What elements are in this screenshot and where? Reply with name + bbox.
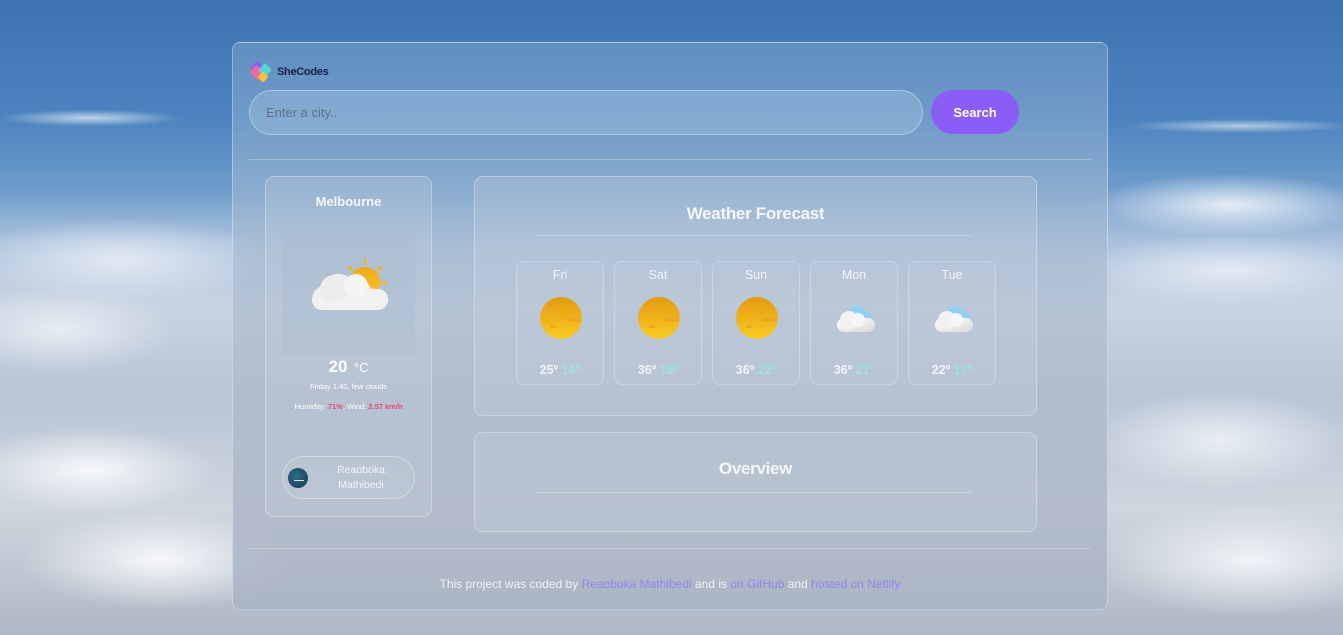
author-name: Reaoboka Mathibedi [308,463,414,493]
forecast-day-card: Fri 25º 14º [516,261,604,385]
forecast-day-card: Sun 36º 22º [712,261,800,385]
forecast-min: 14º [561,363,581,377]
author-badge[interactable]: Reaoboka Mathibedi [282,456,415,499]
sun-icon [735,296,779,340]
header-divider [249,159,1091,160]
temperature-unit[interactable]: °C [354,360,369,375]
sun-icon [539,296,583,340]
city-name: Melbourne [315,194,382,209]
shecodes-logo[interactable]: SheCodes [249,60,329,83]
date-and-description: Friday 1:40, few clouds [309,382,388,391]
github-link[interactable]: on GitHub [730,577,784,591]
footer-divider [249,548,1091,549]
forecast-max: 36º [833,363,853,377]
search-button[interactable]: Search [931,90,1019,134]
sun-icon [637,296,681,340]
forecast-min: 17º [953,363,973,377]
forecast-day-temps: 25º 14º [517,363,603,377]
forecast-day-name: Mon [841,268,867,282]
shecodes-logo-icon [249,60,274,83]
forecast-max: 36º [637,363,657,377]
forecast-day-name: Sun [744,268,768,282]
author-link[interactable]: Reaoboka Mathibedi [582,577,692,591]
temperature-value: 20 [328,357,348,376]
humidity-value: 71% [327,402,343,411]
footer-text: and is [691,577,731,591]
forecast-day-name: Fri [552,268,568,282]
forecast-day-temps: 36º 22º [713,363,799,377]
forecast-title-divider [537,235,971,236]
current-weather-icon-box [282,223,415,355]
forecast-day-card: Mon 36º 21º [810,261,898,385]
city-search-input[interactable] [249,90,923,135]
forecast-max: 22º [931,363,951,377]
overview-panel: Overview [474,432,1037,532]
forecast-title: Weather Forecast [686,204,825,223]
humidity-wind: Humidity: 71%, Wind: 2.57 km/h [294,402,403,411]
forecast-day-name: Sat [648,268,668,282]
logo-text: SheCodes [277,66,329,78]
overview-title: Overview [718,459,793,478]
humidity-label: Humidity: [294,402,326,411]
forecast-min: 22º [757,363,777,377]
current-temperature: 20 °C [266,357,431,377]
wind-label: Wind: [347,402,367,411]
netlify-link[interactable]: hosted on Netlify [811,577,900,591]
forecast-max: 25º [539,363,559,377]
forecast-day-card: Tue 22º 17º [908,261,996,385]
forecast-day-name: Tue [941,268,963,282]
author-last-name: Mathibedi [338,478,384,491]
footer: This project was coded by Reaoboka Mathi… [233,577,1107,591]
forecast-min: 19º [659,363,679,377]
forecast-day-temps: 36º 19º [615,363,701,377]
forecast-day-temps: 22º 17º [909,363,995,377]
weather-app-container: SheCodes Search Melbourne [232,42,1108,610]
forecast-days: Fri 25º 14º Sat 36º 19º Sun 36º 22º Mon … [516,261,996,385]
wind-value: 2.57 km/h [368,402,403,411]
footer-text: This project was coded by [439,577,582,591]
cloud-icon [833,296,877,340]
author-avatar [288,467,308,488]
forecast-day-card: Sat 36º 19º [614,261,702,385]
forecast-max: 36º [735,363,755,377]
footer-text: and [784,577,812,591]
weather-forecast-panel: Weather Forecast Fri 25º 14º Sat 36º 19º… [474,176,1037,416]
forecast-day-temps: 36º 21º [811,363,897,377]
current-weather-card: Melbourne 20 °C Friday 1:40, few clouds … [265,176,432,517]
author-first-name: Reaoboka [337,463,385,476]
overview-title-divider [537,492,971,493]
cloud-icon [931,296,975,340]
few-clouds-day-icon [312,258,388,310]
forecast-min: 21º [855,363,875,377]
